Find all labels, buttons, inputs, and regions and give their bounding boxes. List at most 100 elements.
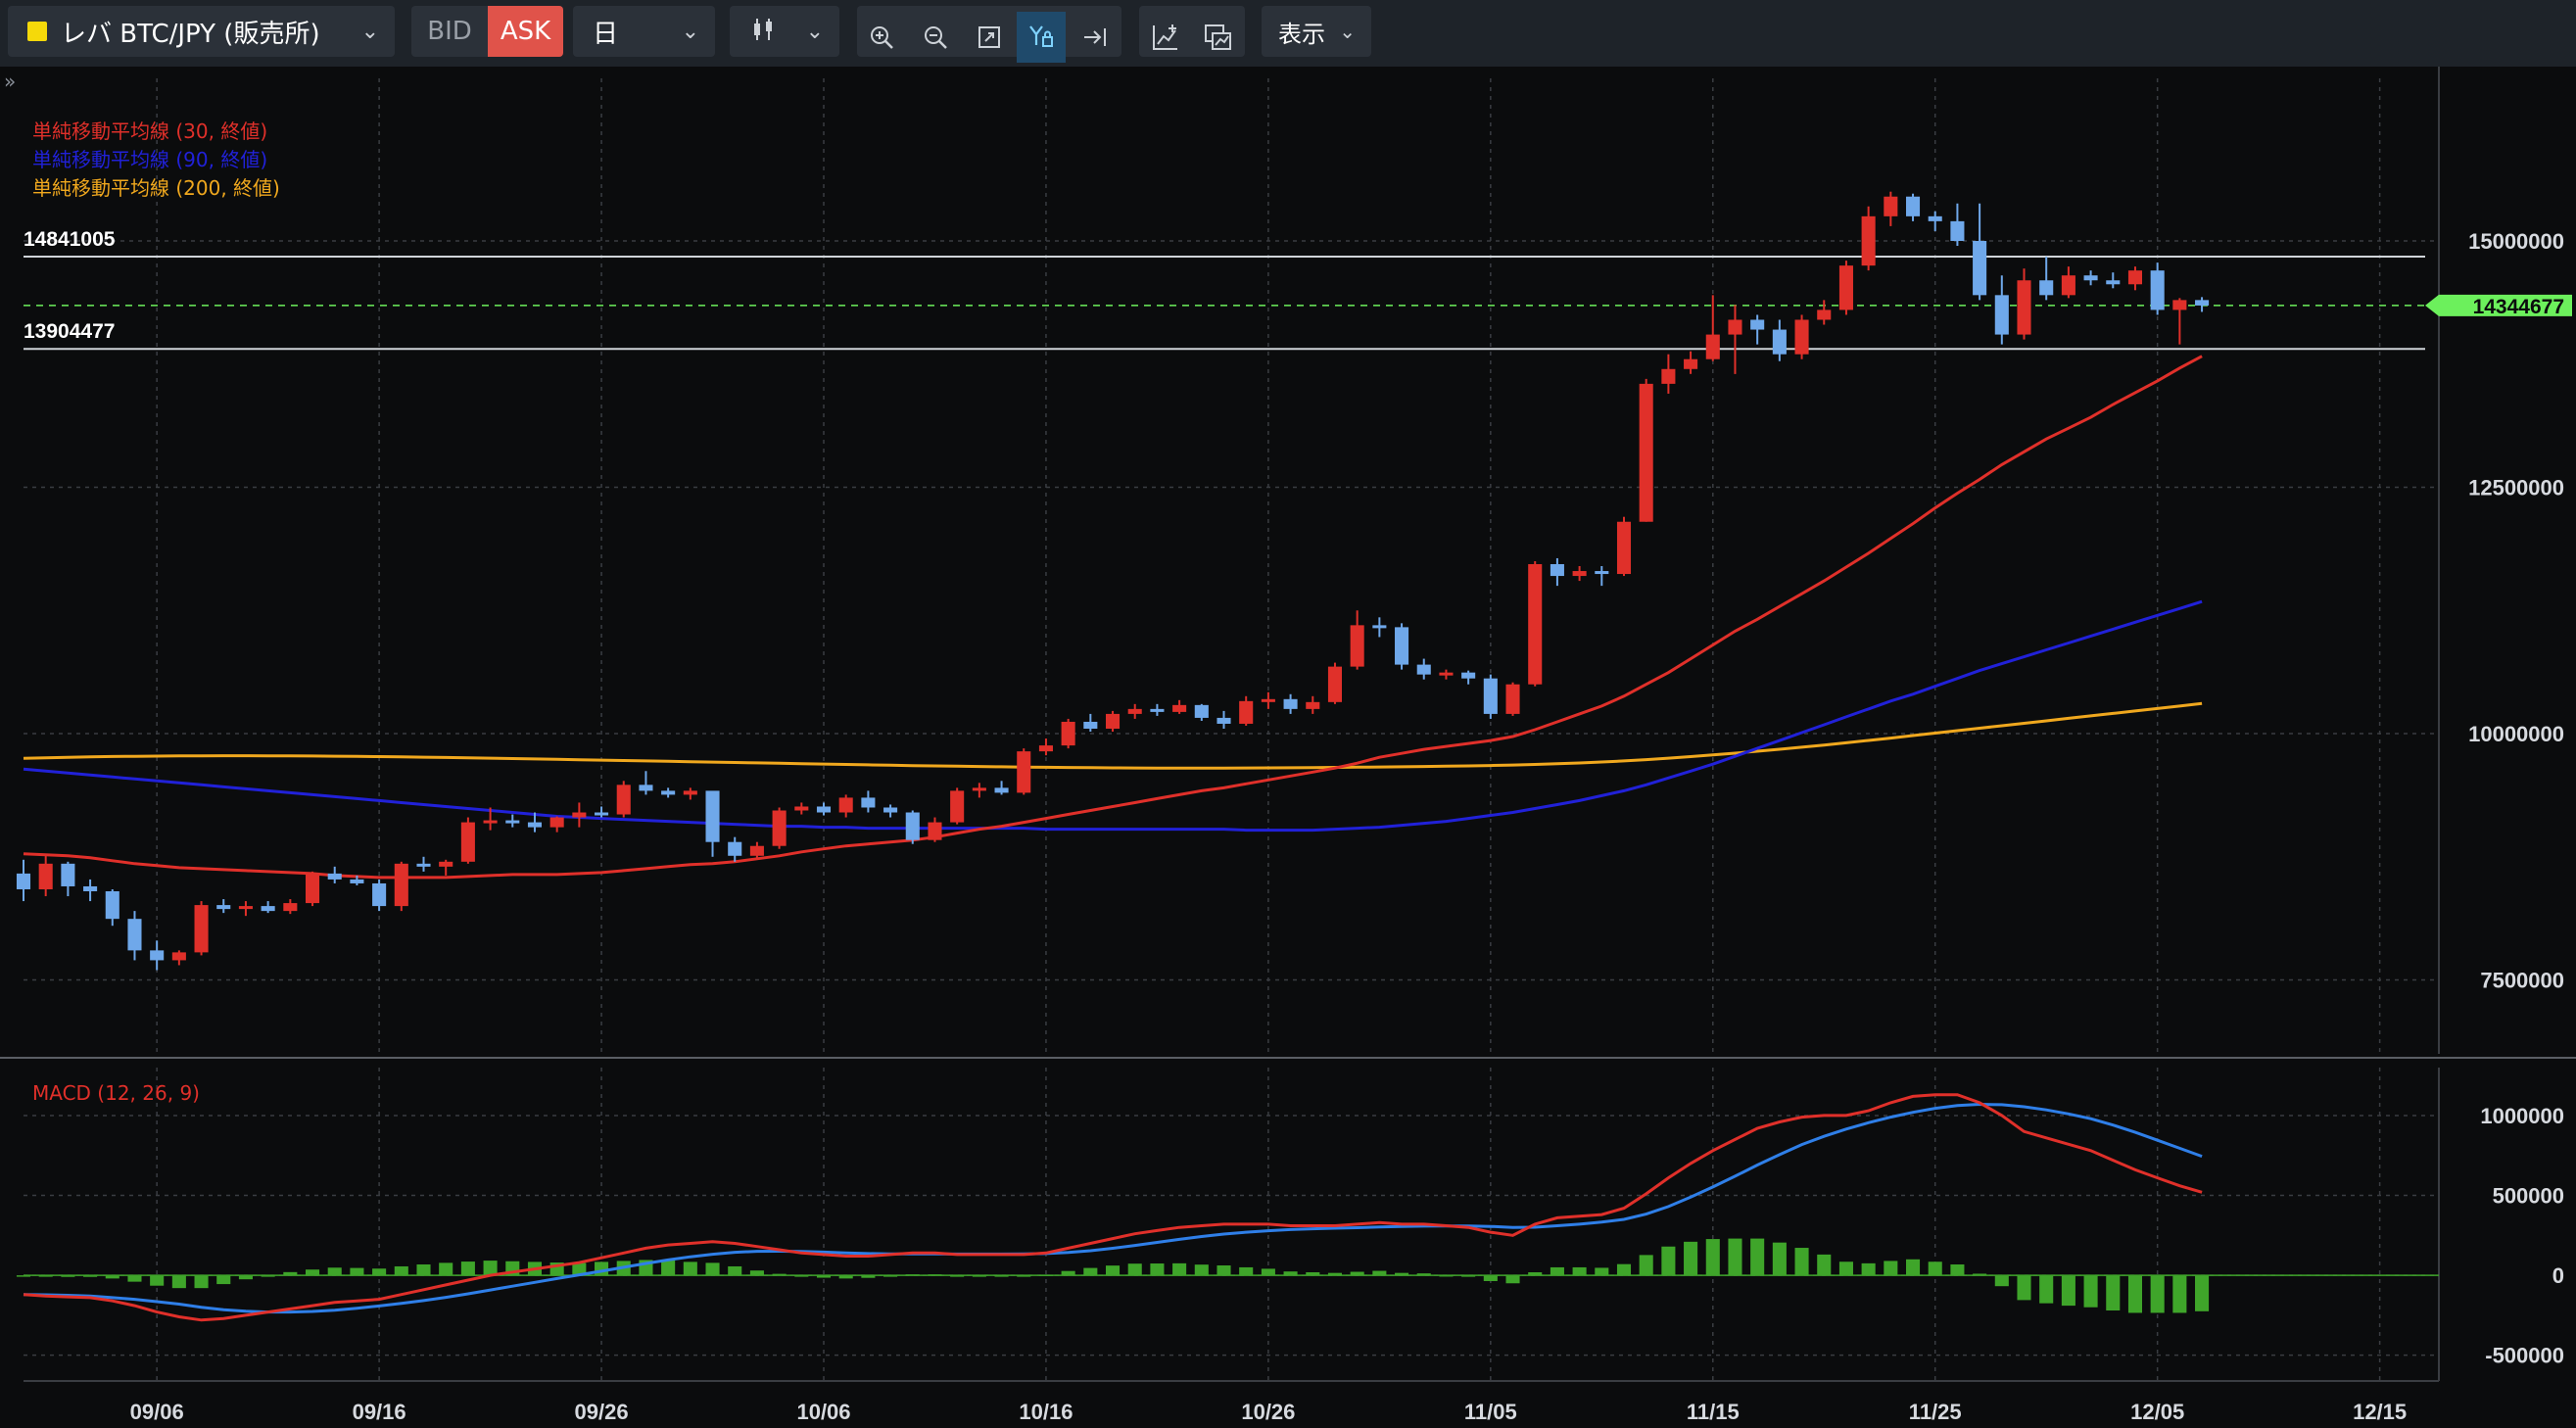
- candle-body: [83, 885, 98, 891]
- candle-body: [194, 905, 209, 953]
- candle-body: [661, 790, 676, 795]
- compare-icon[interactable]: [1193, 12, 1242, 63]
- macd-histogram-bar: [483, 1261, 498, 1276]
- macd-histogram-bar: [2039, 1275, 2054, 1304]
- candle-body: [772, 810, 787, 846]
- candle-body: [1483, 678, 1498, 714]
- candle-body: [1395, 627, 1409, 665]
- candle-body: [1172, 704, 1187, 712]
- macd-histogram-bar: [1817, 1254, 1832, 1276]
- candle-body: [105, 891, 119, 920]
- add-indicator-icon[interactable]: [1141, 12, 1190, 63]
- candle-body: [683, 790, 697, 795]
- candle-body: [572, 812, 587, 818]
- ask-button[interactable]: ASK: [488, 6, 563, 57]
- candle-body: [1017, 751, 1031, 793]
- macd-histogram-bar: [1950, 1264, 1965, 1276]
- bid-label: BID: [427, 17, 472, 46]
- candle-body: [127, 919, 142, 951]
- axes: 09/06 09/16 09/26 10/06 10/16 10/26 11/05 11/15…: [130, 229, 2572, 1424]
- candle-body: [1728, 319, 1742, 335]
- macd-histogram-bar: [728, 1265, 742, 1276]
- macd-histogram-bar: [1550, 1266, 1564, 1276]
- candle-body: [1327, 666, 1343, 702]
- symbol-label: レバ BTC/JPY (販売所): [61, 19, 320, 49]
- zoom-out-icon[interactable]: [911, 12, 960, 63]
- macd-histogram-bar: [2195, 1275, 2210, 1311]
- price-level-label: 14841005: [24, 228, 116, 251]
- candle-body: [439, 861, 453, 867]
- macd-title: MACD (12, 26, 9): [32, 1081, 200, 1105]
- candle-body: [883, 807, 898, 813]
- candle-body: [350, 879, 364, 883]
- candle-body: [372, 882, 387, 907]
- candle-body: [1105, 713, 1121, 729]
- candle-body: [728, 841, 742, 856]
- candle-body: [1817, 309, 1832, 320]
- candle-body: [16, 873, 31, 889]
- candle-body: [1994, 295, 2009, 335]
- macd-histogram-bar: [1616, 1263, 1632, 1276]
- macd-histogram-bar: [1261, 1268, 1275, 1276]
- macd-histogram-bar: [1794, 1248, 1809, 1276]
- candle-body: [2150, 270, 2165, 310]
- candle-body: [1772, 329, 1787, 355]
- macd-histogram-bar: [1884, 1261, 1898, 1276]
- macd-y-tick-label: -500000: [2485, 1344, 2564, 1368]
- scroll-right-icon[interactable]: [1071, 12, 1120, 63]
- candle-body: [527, 822, 543, 828]
- candle-body: [1127, 708, 1142, 714]
- macd-histogram-bar: [1772, 1242, 1787, 1276]
- symbol-selector[interactable]: レバ BTC/JPY (販売所) ⌄: [8, 6, 395, 57]
- timeframe-selector[interactable]: 日 ⌄: [573, 6, 715, 57]
- timeframe-label: 日: [593, 19, 619, 49]
- macd-histogram-bar: [1928, 1261, 1942, 1276]
- macd-histogram-bar: [1105, 1265, 1121, 1276]
- chart-area[interactable]: 14841005 13904477 09/06 09/16 09/26 10/06 10/…: [0, 67, 2576, 1428]
- grid-lines: [0, 67, 2576, 1382]
- macd-signal-line: [23, 1102, 2203, 1314]
- macd-y-tick-label: 1000000: [2480, 1104, 2564, 1128]
- y-tick-label: 15000000: [2468, 229, 2564, 254]
- macd-histogram-bar: [1639, 1255, 1653, 1276]
- y-tick-label: 7500000: [2480, 969, 2564, 993]
- x-tick-label: 10/06: [796, 1400, 850, 1424]
- candle-body: [549, 817, 564, 828]
- candle-body: [2061, 275, 2075, 296]
- macd-histogram-bar: [1705, 1239, 1720, 1276]
- chart-type-selector[interactable]: ⌄: [730, 6, 839, 57]
- candle-body: [1595, 571, 1609, 575]
- candle-body: [305, 873, 320, 904]
- macd-histogram-bar: [1239, 1266, 1254, 1276]
- chevron-down-icon: ⌄: [805, 19, 824, 44]
- bid-button[interactable]: BID: [411, 6, 488, 57]
- candle-body: [460, 822, 475, 862]
- macd-histogram-bar: [1216, 1264, 1231, 1276]
- candle-body: [483, 820, 498, 824]
- macd-histogram-bar: [1572, 1266, 1587, 1276]
- macd-histogram-bar: [394, 1265, 408, 1276]
- candle-body: [1439, 672, 1454, 676]
- macd-histogram-bar: [194, 1275, 209, 1289]
- ma-legend-item: 単純移動平均線 (200, 終値): [32, 176, 280, 200]
- candle-body: [639, 785, 653, 791]
- macd-histogram-bar: [2083, 1275, 2098, 1308]
- candle-body: [994, 787, 1009, 793]
- candle-body: [1350, 625, 1364, 667]
- candle-body: [972, 787, 986, 791]
- view-menu-button[interactable]: 表示 ⌄: [1262, 6, 1371, 57]
- zoom-in-icon[interactable]: [857, 12, 906, 63]
- macd-histogram-bar: [1595, 1267, 1609, 1276]
- candle-body: [2039, 280, 2054, 296]
- macd-histogram-bar: [1505, 1275, 1520, 1284]
- legend: 単純移動平均線 (30, 終値) 単純移動平均線 (90, 終値) 単純移動平均線 …: [4, 70, 280, 1105]
- macd-histogram-bar: [350, 1267, 364, 1276]
- auto-scale-icon[interactable]: [1017, 12, 1066, 63]
- candle-body: [1794, 319, 1809, 355]
- candle-body: [216, 905, 231, 910]
- candle-body: [1550, 563, 1564, 577]
- candle-body: [1283, 698, 1298, 709]
- fit-icon[interactable]: [965, 12, 1014, 63]
- x-tick-label: 10/16: [1019, 1400, 1073, 1424]
- macd-histogram-bar: [1483, 1275, 1498, 1281]
